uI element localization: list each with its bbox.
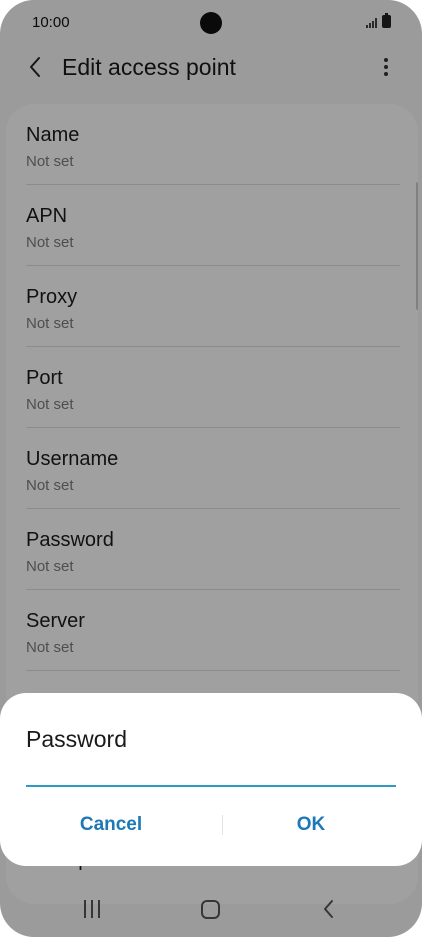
dialog-title: Password xyxy=(26,726,127,752)
password-input[interactable] xyxy=(26,753,396,787)
password-dialog: Password Cancel OK xyxy=(0,693,422,866)
dialog-buttons: Cancel OK xyxy=(0,805,422,845)
phone-screen: 10:00 Edit access point Name Not set APN… xyxy=(0,0,422,937)
cancel-button[interactable]: Cancel xyxy=(0,805,222,845)
ok-button[interactable]: OK xyxy=(222,805,400,845)
